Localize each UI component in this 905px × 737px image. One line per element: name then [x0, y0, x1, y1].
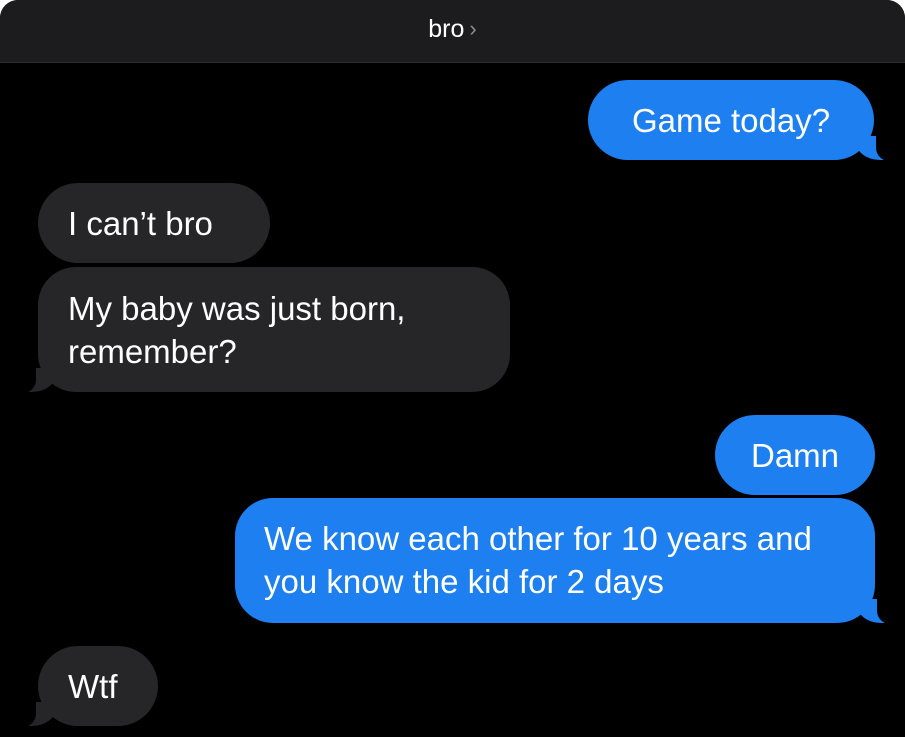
contact-name-button[interactable]: bro › [0, 14, 905, 44]
conversation-header: bro › [0, 0, 905, 63]
chevron-right-icon: › [469, 16, 477, 41]
message-text: Damn [750, 437, 840, 474]
contact-name: bro [428, 15, 465, 43]
sent-message-bubble[interactable]: Damn [715, 415, 875, 495]
received-message-bubble[interactable]: Wtf [10, 646, 158, 728]
messages-screen: bro › Game today? I can’t bro My baby was… [0, 0, 905, 737]
message-text: We know each other for 10 years and you … [264, 520, 812, 600]
received-message-bubble[interactable]: I can’t bro [38, 183, 270, 263]
sent-message-bubble[interactable]: Game today? [588, 80, 902, 162]
message-text: Game today? [631, 102, 831, 139]
message-text: Wtf [68, 668, 118, 705]
received-message-bubble[interactable]: My baby was just born, remember? [10, 267, 510, 394]
message-text: I can’t bro [68, 205, 213, 242]
message-text: My baby was just born, remember? [68, 290, 406, 370]
sent-message-bubble[interactable]: We know each other for 10 years and you … [235, 498, 903, 625]
